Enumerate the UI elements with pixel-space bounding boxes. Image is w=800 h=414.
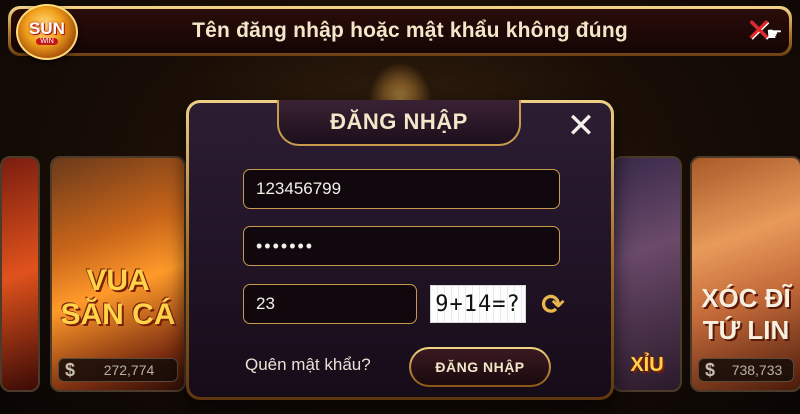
logo-text: SUN <box>29 18 65 38</box>
sunwin-logo[interactable]: SUN WIN <box>16 4 78 60</box>
jackpot-amount: 272,774 <box>103 362 155 378</box>
login-button-label: ĐĂNG NHẬP <box>411 349 549 385</box>
dollar-icon: $ <box>64 359 75 380</box>
error-notification-bar: Tên đăng nhập hoặc mật khẩu không đúng <box>8 6 792 56</box>
dismiss-notification-button[interactable]: ✕ ☛ <box>742 10 786 50</box>
notification-inner: Tên đăng nhập hoặc mật khẩu không đúng <box>11 9 789 53</box>
login-modal: ĐĂNG NHẬP ✕ 123456799 ••••••• 23 9+14=? … <box>186 100 614 400</box>
error-message: Tên đăng nhập hoặc mật khẩu không đúng <box>192 19 628 42</box>
jackpot-amount: 738,733 <box>731 362 783 378</box>
jackpot-counter: $ 272,774 <box>58 358 178 382</box>
login-title: ĐĂNG NHẬP <box>330 109 468 134</box>
game-card-xoc-dia[interactable]: XÓC ĐĨ TỨ LIN $ 738,733 <box>690 156 800 392</box>
username-field[interactable]: 123456799 <box>243 169 560 209</box>
close-icon[interactable]: ✕ <box>557 105 605 147</box>
game-card-tai-xiu[interactable]: XỈU <box>612 156 682 392</box>
jackpot-counter: $ 738,733 <box>698 358 794 382</box>
login-button[interactable]: ĐĂNG NHẬP <box>409 347 551 387</box>
dollar-icon: $ <box>704 359 715 380</box>
game-card-title: VUA SĂN CÁ <box>60 264 176 331</box>
logo-subtext: WIN <box>36 37 58 45</box>
password-field[interactable]: ••••••• <box>243 226 560 266</box>
game-card-vua-san-ca[interactable]: VUA SĂN CÁ $ 272,774 <box>50 156 186 392</box>
forgot-password-link[interactable]: Quên mật khẩu? <box>245 355 371 375</box>
game-card-edge[interactable] <box>0 156 40 392</box>
login-modal-header: ĐĂNG NHẬP <box>277 100 521 146</box>
captcha-input[interactable]: 23 <box>243 284 417 324</box>
refresh-icon[interactable]: ⟳ <box>538 290 568 320</box>
game-card-title: XỈU <box>630 354 664 376</box>
login-modal-body: ĐĂNG NHẬP ✕ 123456799 ••••••• 23 9+14=? … <box>189 100 611 397</box>
captcha-image: 9+14=? <box>430 285 526 323</box>
game-card-title: XÓC ĐĨ TỨ LIN <box>701 283 791 345</box>
hand-cursor-icon: ☛ <box>766 23 783 44</box>
sun-decoration <box>368 62 432 102</box>
